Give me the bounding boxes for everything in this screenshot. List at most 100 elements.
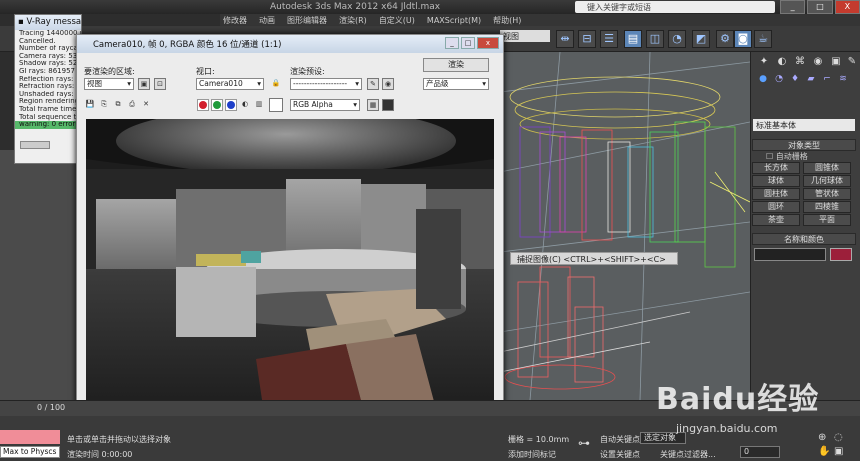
geometry-icon[interactable]: ●: [757, 74, 769, 86]
swatch-icon[interactable]: [269, 98, 283, 112]
plane-button[interactable]: 平面: [803, 214, 851, 226]
green-channel-toggle[interactable]: [211, 99, 223, 111]
viewport-dropdown[interactable]: Camera010: [196, 78, 264, 90]
maxscript-listener-mini[interactable]: [0, 430, 60, 444]
key-icon[interactable]: ⊶: [578, 436, 590, 450]
menu-customize[interactable]: 自定义(U): [379, 15, 415, 26]
utilities-tab-icon[interactable]: ✎: [845, 56, 859, 70]
mirror-icon[interactable]: ⇹: [556, 30, 574, 48]
zoom-icon[interactable]: ⊕: [818, 432, 826, 443]
vray-log-line: Camera rays: 532: [19, 52, 81, 60]
render-setup-icon[interactable]: ✎: [367, 78, 379, 90]
layer-icon[interactable]: ☰: [600, 30, 618, 48]
motion-tab-icon[interactable]: ◉: [811, 56, 825, 70]
fb-maximize-button[interactable]: □: [461, 37, 475, 49]
add-time-tag[interactable]: 添加时间标记: [508, 449, 556, 460]
lock-icon[interactable]: 🔒: [270, 78, 282, 90]
vray-icon: ▪: [18, 17, 24, 27]
auto-grid-checkbox[interactable]: ☐ 自动栅格: [766, 151, 808, 162]
material-editor-icon[interactable]: ◔: [668, 30, 686, 48]
helpers-icon[interactable]: ⌐: [821, 74, 833, 86]
mono-toggle-icon[interactable]: ▥: [253, 99, 265, 111]
name-color-rollout[interactable]: 名称和颜色: [752, 233, 856, 245]
shapes-icon[interactable]: ◔: [773, 74, 785, 86]
maxscript-input[interactable]: Max to Physcs (: [0, 446, 60, 458]
area-to-render-dropdown[interactable]: 视图: [84, 78, 134, 90]
auto-key-button[interactable]: 自动关键点: [600, 434, 640, 445]
blue-channel-toggle[interactable]: [225, 99, 237, 111]
schematic-view-icon[interactable]: ◩: [692, 30, 710, 48]
search-input[interactable]: 键入关键字或短语: [575, 1, 775, 13]
align-icon[interactable]: ⊟: [578, 30, 596, 48]
rendered-frame-window-icon[interactable]: ◙: [734, 30, 752, 48]
cylinder-button[interactable]: 圆柱体: [752, 188, 800, 200]
save-image-icon[interactable]: 💾: [84, 99, 96, 111]
alpha-toggle-icon[interactable]: ◐: [239, 99, 251, 111]
key-filters-button[interactable]: 关键点过滤器...: [660, 449, 716, 460]
perspective-viewport[interactable]: [500, 52, 750, 400]
environment-icon[interactable]: ◉: [382, 78, 394, 90]
close-button[interactable]: X: [834, 0, 860, 14]
hierarchy-tab-icon[interactable]: ⌘: [793, 56, 807, 70]
scene-explorer-icon[interactable]: ▤: [624, 30, 642, 48]
quality-dropdown[interactable]: 产品级: [423, 78, 489, 90]
object-color-swatch[interactable]: [830, 248, 852, 261]
menu-graph-editors[interactable]: 图形编辑器: [287, 15, 327, 26]
wireframe-scene: [500, 52, 750, 400]
geosphere-button[interactable]: 几何球体: [803, 175, 851, 187]
vray-log-line: Reflection rays: 1: [19, 75, 81, 83]
toggle-ui-overlay-icon[interactable]: ▦: [367, 99, 379, 111]
modify-tab-icon[interactable]: ◐: [775, 56, 789, 70]
render-icon[interactable]: ☕: [754, 30, 772, 48]
menu-animation[interactable]: 动画: [259, 15, 275, 26]
object-name-input[interactable]: [754, 248, 826, 261]
menu-modifiers[interactable]: 修改器: [223, 15, 247, 26]
tube-button[interactable]: 管状体: [803, 188, 851, 200]
maximize-button[interactable]: □: [807, 0, 833, 14]
area-to-render-label: 要渲染的区域:: [84, 67, 135, 76]
fb-close-button[interactable]: x: [477, 37, 499, 49]
display-tab-icon[interactable]: ▣: [829, 56, 843, 70]
orbit-icon[interactable]: ◌: [834, 432, 843, 443]
teapot-button[interactable]: 茶壶: [752, 214, 800, 226]
clone-window-icon[interactable]: ⧉: [112, 99, 124, 111]
reference-coordinate-dropdown[interactable]: 视图: [500, 30, 550, 42]
vray-log-line: Total frame time: 3: [19, 105, 81, 113]
sphere-button[interactable]: 球体: [752, 175, 800, 187]
torus-button[interactable]: 圆环: [752, 201, 800, 213]
render-preset-dropdown[interactable]: --------------------: [290, 78, 362, 90]
menu-maxscript[interactable]: MAXScript(M): [427, 16, 481, 25]
box-button[interactable]: 长方体: [752, 162, 800, 174]
set-key-button[interactable]: 设置关键点: [600, 449, 640, 460]
render-button[interactable]: 渲染: [423, 58, 489, 72]
toggle-ui-icon[interactable]: [382, 99, 394, 111]
menu-help[interactable]: 帮助(H): [493, 15, 521, 26]
curve-editor-icon[interactable]: ◫: [646, 30, 664, 48]
pan-icon[interactable]: ✋: [818, 446, 830, 457]
channel-dropdown[interactable]: RGB Alpha: [290, 99, 360, 111]
vray-clear-button[interactable]: [20, 141, 50, 149]
create-tab-icon[interactable]: ✦: [757, 56, 771, 70]
auto-region-icon[interactable]: ⊡: [154, 78, 166, 90]
current-frame-field[interactable]: 0: [740, 446, 780, 458]
left-viewport[interactable]: [0, 150, 80, 400]
minimize-button[interactable]: _: [780, 0, 806, 14]
baidu-url: jingyan.baidu.com: [676, 422, 778, 435]
fb-minimize-button[interactable]: _: [445, 37, 459, 49]
primitive-category-dropdown[interactable]: 标准基本体: [753, 119, 855, 131]
red-channel-toggle[interactable]: [197, 99, 209, 111]
print-icon[interactable]: ⎙: [126, 99, 138, 111]
maximize-viewport-icon[interactable]: ▣: [834, 446, 843, 457]
lights-icon[interactable]: ♦: [789, 74, 801, 86]
clear-icon[interactable]: ✕: [140, 99, 152, 111]
space-warps-icon[interactable]: ≋: [837, 74, 849, 86]
pyramid-button[interactable]: 四棱锥: [803, 201, 851, 213]
cone-button[interactable]: 圆锥体: [803, 162, 851, 174]
render-setup-icon[interactable]: ⚙: [716, 30, 734, 48]
cameras-icon[interactable]: ▰: [805, 74, 817, 86]
edit-region-icon[interactable]: ▣: [138, 78, 150, 90]
vray-log-line: warning: 0 error(s): [15, 121, 81, 129]
object-type-rollout[interactable]: 对象类型: [752, 139, 856, 151]
copy-image-icon[interactable]: ⎘: [98, 99, 110, 111]
menu-rendering[interactable]: 渲染(R): [339, 15, 367, 26]
